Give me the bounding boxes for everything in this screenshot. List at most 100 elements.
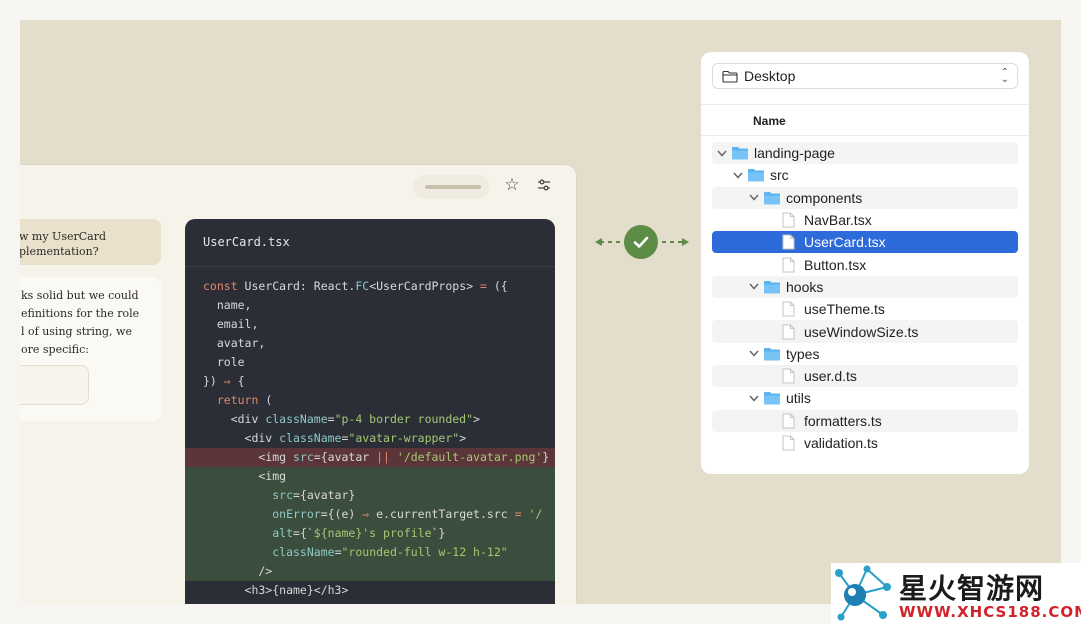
code-token: FC — [355, 279, 370, 293]
column-header-name[interactable]: Name — [701, 104, 1029, 136]
chat-user-message: w my UserCard plementation? — [20, 219, 161, 265]
file-icon — [782, 413, 795, 429]
diff-added-line: src={avatar} — [185, 486, 555, 505]
location-label: Desktop — [744, 68, 796, 84]
code-token: onError — [203, 507, 321, 521]
code-token: || — [376, 450, 397, 464]
code-token: ⇒ — [362, 507, 377, 521]
file-icon — [782, 368, 795, 384]
tree-item-label: Button.tsx — [804, 256, 867, 273]
file-browser-panel: Desktop ⌃ ⌄ Name landing-page src component… — [701, 52, 1029, 474]
tree-item-label: useWindowSize.ts — [804, 323, 919, 340]
watermark-url: WWW.XHCS188.COM — [899, 603, 1081, 621]
chevron-down-icon[interactable] — [748, 192, 760, 204]
code-token: = — [334, 545, 342, 559]
code-token: "p-4 border rounded" — [334, 412, 474, 426]
file-tree: landing-page src components NavBar.tsx UserC… — [712, 142, 1018, 454]
tree-folder-landing-page[interactable]: landing-page — [712, 142, 1018, 165]
tree-file-usewindowsize-ts[interactable]: useWindowSize.ts — [712, 320, 1018, 343]
tree-file-formatters-ts[interactable]: formatters.ts — [712, 409, 1018, 432]
tree-folder-components[interactable]: components — [712, 186, 1018, 209]
code-token: = — [479, 279, 494, 293]
code-token: "avatar-wrapper" — [348, 431, 460, 445]
code-token: return — [203, 393, 266, 407]
code-token: ={(e) — [320, 507, 363, 521]
file-icon — [782, 301, 795, 317]
tree-item-label: hooks — [786, 278, 824, 295]
file-icon — [782, 324, 795, 340]
watermark-title: 星火智游网 — [899, 572, 1045, 605]
star-icon[interactable]: ☆ — [503, 175, 521, 194]
folder-icon — [763, 191, 781, 205]
chevron-down-icon[interactable] — [748, 392, 760, 404]
code-token: ${name}'s profile — [313, 526, 432, 540]
chat-assistant-message: ks solid but we could efinitions for the… — [20, 277, 161, 421]
code-token: { — [237, 374, 245, 388]
code-token: ⇒ — [223, 374, 238, 388]
code-token: ( — [265, 393, 273, 407]
diff-removed-line: <img src={avatar || '/default-avatar.png… — [185, 448, 555, 467]
code-token: <h3>{name}</h3> — [203, 583, 349, 597]
folder-icon — [731, 146, 749, 160]
code-token: > — [473, 412, 480, 426]
code-line: email, — [185, 315, 555, 334]
tree-folder-utils[interactable]: utils — [712, 387, 1018, 409]
code-panel: UserCard.tsx const UserCard: React.FC<Us… — [185, 219, 555, 604]
code-body: const UserCard: React.FC<UserCardProps> … — [185, 277, 555, 600]
code-token: '/ — [528, 507, 543, 521]
code-token: = — [514, 507, 529, 521]
tree-file-navbar-tsx[interactable]: NavBar.tsx — [712, 209, 1018, 231]
code-token: = — [327, 412, 335, 426]
tree-file-validation-ts[interactable]: validation.ts — [712, 432, 1018, 454]
code-token: <UserCardProps> — [369, 279, 480, 293]
chevron-down-icon[interactable] — [748, 281, 760, 293]
code-token: src — [293, 450, 314, 464]
folder-icon — [763, 391, 781, 405]
chat-inline-artifact[interactable] — [20, 365, 89, 405]
code-token: <img — [203, 450, 294, 464]
code-token: > — [459, 431, 467, 445]
folder-icon — [763, 347, 781, 361]
tree-file-user-d-ts[interactable]: user.d.ts — [712, 364, 1018, 388]
sliders-icon[interactable] — [535, 176, 553, 194]
tree-file-usercard-tsx[interactable]: UserCard.tsx — [712, 231, 1018, 254]
tree-file-button-tsx[interactable]: Button.tsx — [712, 253, 1018, 275]
chevron-down-icon[interactable] — [732, 169, 744, 181]
file-icon — [782, 257, 795, 273]
tree-file-usetheme-ts[interactable]: useTheme.ts — [712, 298, 1018, 320]
file-icon — [782, 212, 795, 228]
code-line: return ( — [185, 391, 555, 410]
tree-folder-src[interactable]: src — [712, 164, 1018, 186]
chat-assistant-line: efinitions for the role — [21, 307, 140, 320]
code-token: ({ — [493, 279, 508, 293]
chat-assistant-line: ks solid but we could — [21, 289, 139, 302]
code-token: `} — [431, 526, 446, 540]
code-token: avatar, — [203, 336, 266, 350]
chat-assistant-line: ore specific: — [21, 343, 89, 356]
code-filename: UserCard.tsx — [185, 219, 555, 267]
sync-connector — [594, 222, 690, 262]
code-token: className — [279, 431, 342, 445]
code-token: '/default-avatar.png' — [396, 450, 543, 464]
diff-added-line: onError={(e) ⇒ e.currentTarget.src = '/ — [185, 505, 555, 524]
folder-outline-icon — [722, 70, 738, 83]
code-token: className — [265, 412, 328, 426]
code-token: <div — [203, 412, 266, 426]
diff-added-line: alt={`${name}'s profile`} — [185, 524, 555, 543]
chevron-down-icon[interactable] — [748, 348, 760, 360]
tree-item-label: validation.ts — [804, 435, 878, 451]
code-token: name, — [203, 298, 252, 312]
tree-item-label: types — [786, 345, 820, 362]
tree-folder-types[interactable]: types — [712, 343, 1018, 365]
toolbar-search-pill[interactable] — [413, 175, 489, 199]
tree-folder-hooks[interactable]: hooks — [712, 275, 1018, 299]
code-token: ={avatar} — [293, 488, 356, 502]
code-line: const UserCard: React.FC<UserCardProps> … — [185, 277, 555, 296]
chevron-down-icon[interactable] — [716, 147, 728, 159]
code-token: }) — [203, 374, 224, 388]
tree-item-label: user.d.ts — [804, 368, 857, 385]
code-token: <img — [203, 469, 287, 483]
file-icon — [782, 435, 795, 451]
location-dropdown[interactable]: Desktop ⌃ ⌄ — [712, 63, 1018, 89]
diff-added-line: /> — [185, 562, 555, 581]
